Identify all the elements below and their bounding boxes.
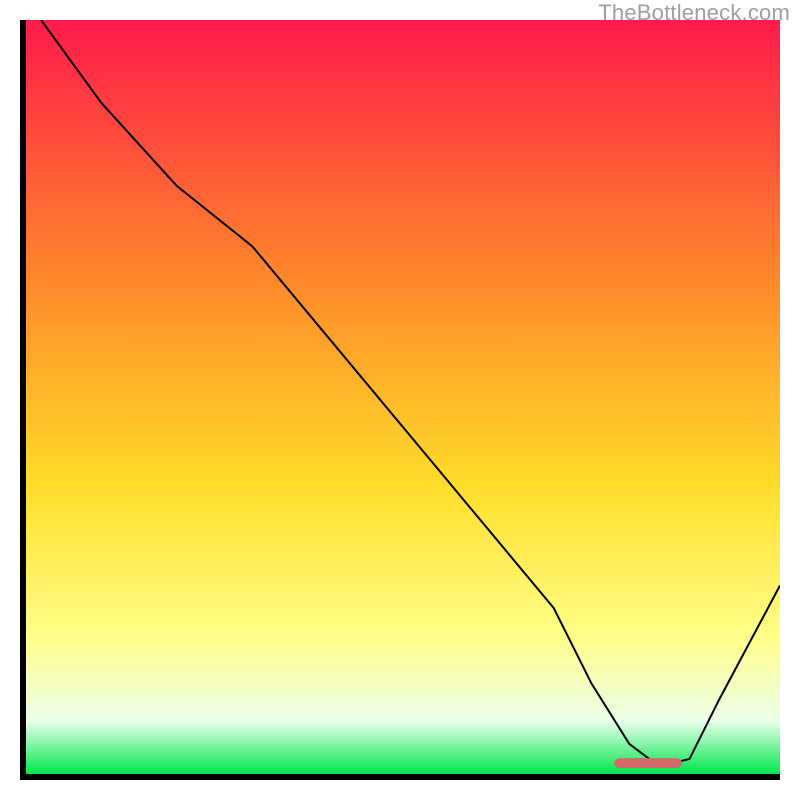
x-axis-line [20,774,780,780]
y-axis-line [20,20,26,780]
optimal-range-bar [614,758,682,768]
watermark-label: TheBottleneck.com [598,0,790,26]
chart-frame [20,20,780,780]
gradient-background [26,20,780,774]
plot-area [26,20,780,774]
chart-container: TheBottleneck.com [0,0,800,800]
plot-svg [26,20,780,774]
